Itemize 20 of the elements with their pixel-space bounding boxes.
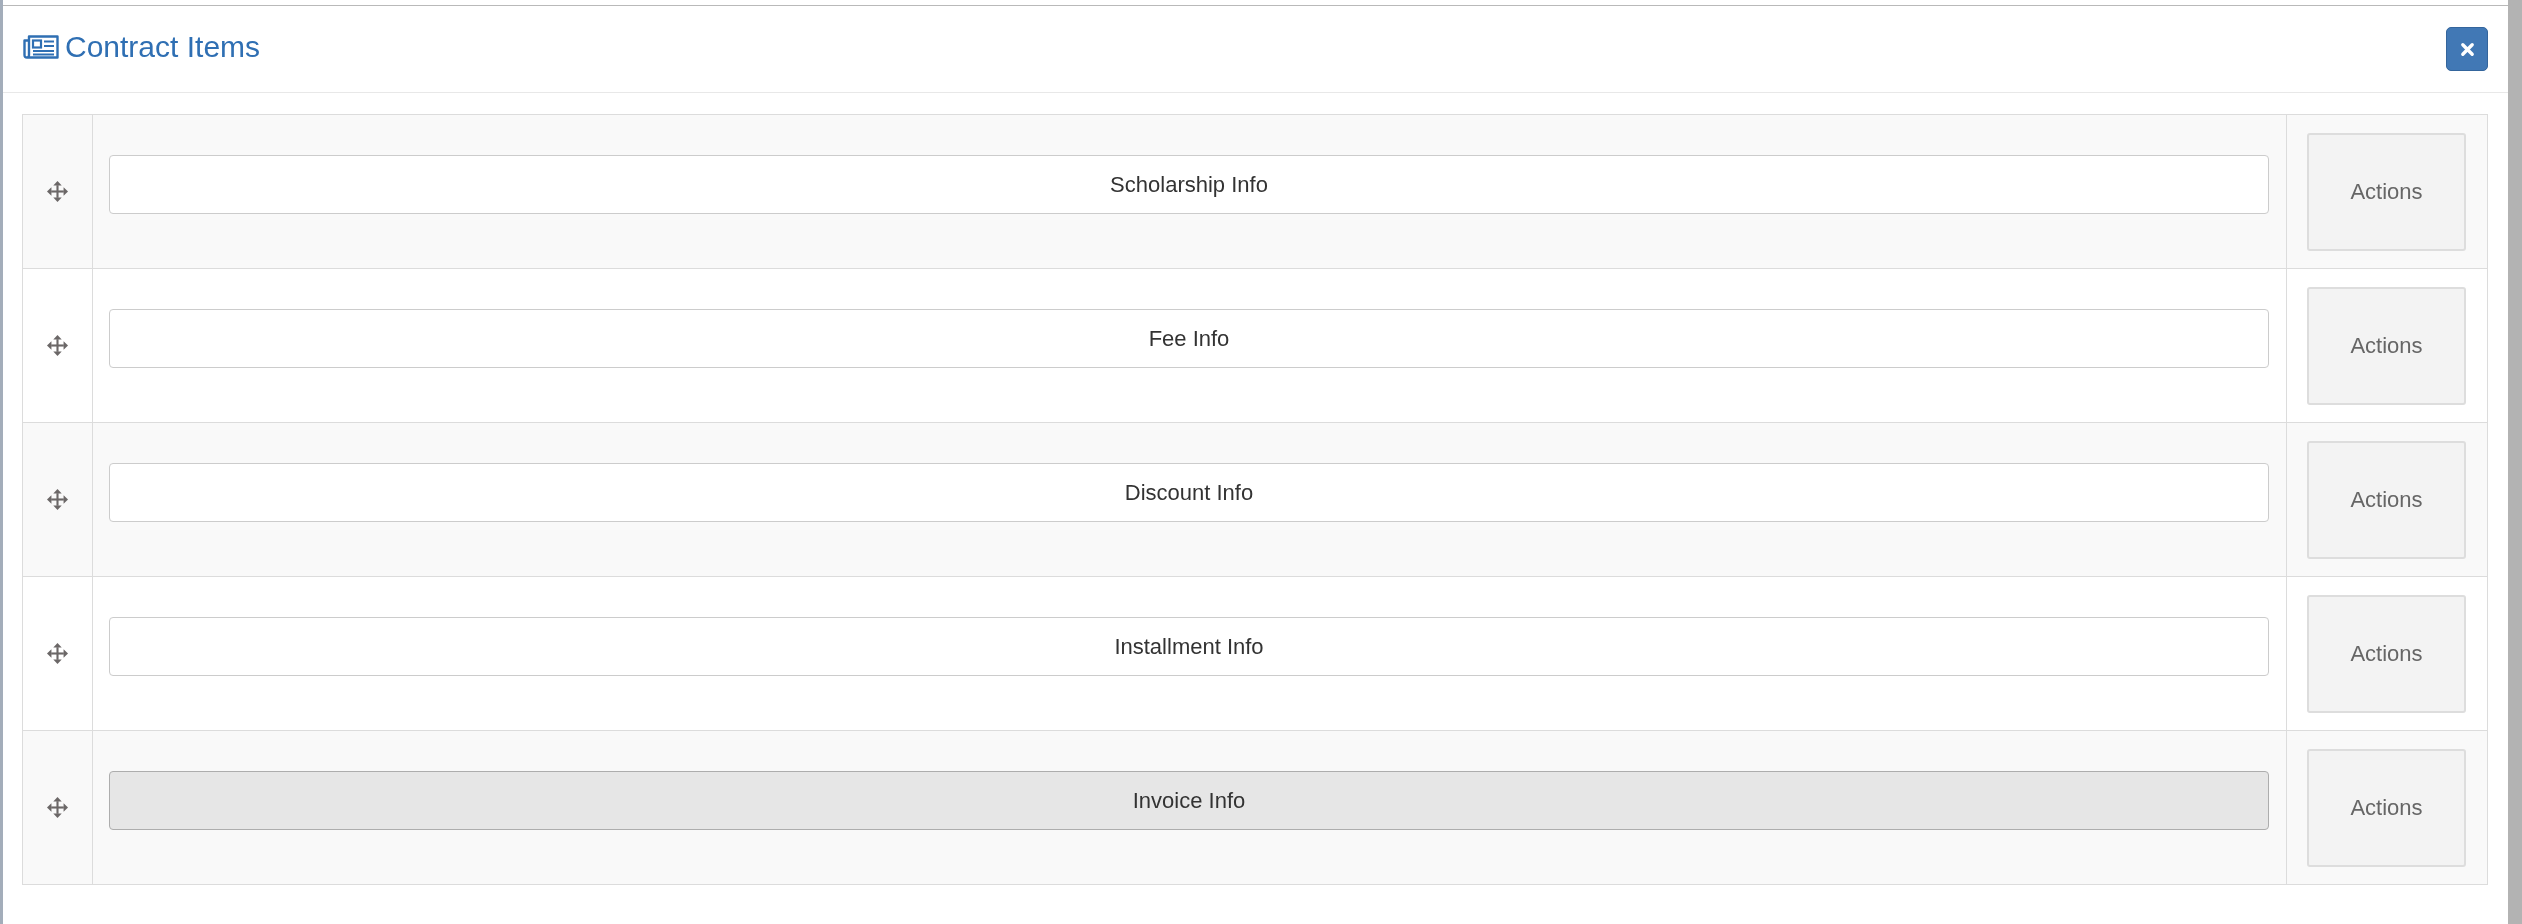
move-icon[interactable] xyxy=(47,181,68,202)
close-icon xyxy=(2459,41,2475,57)
close-button[interactable] xyxy=(2446,27,2488,71)
actions-button[interactable]: Actions xyxy=(2307,440,2466,559)
actions-button[interactable]: Actions xyxy=(2307,132,2466,251)
section-button[interactable]: Installment Info xyxy=(109,617,2269,676)
section-button[interactable]: Discount Info xyxy=(109,463,2269,522)
dialog-title: Contract Items xyxy=(65,29,261,65)
actions-button[interactable]: Actions xyxy=(2307,594,2466,713)
scrollbar[interactable] xyxy=(2508,0,2522,924)
actions-button[interactable]: Actions xyxy=(2307,748,2466,867)
section-button[interactable]: Scholarship Info xyxy=(109,155,2269,214)
move-icon[interactable] xyxy=(47,335,68,356)
move-icon[interactable] xyxy=(47,797,68,818)
move-icon[interactable] xyxy=(47,643,68,664)
newspaper-icon xyxy=(23,35,59,59)
move-icon[interactable] xyxy=(47,489,68,510)
section-button[interactable]: Fee Info xyxy=(109,309,2269,368)
actions-button[interactable]: Actions xyxy=(2307,286,2466,405)
section-button[interactable]: Invoice Info xyxy=(109,771,2269,830)
